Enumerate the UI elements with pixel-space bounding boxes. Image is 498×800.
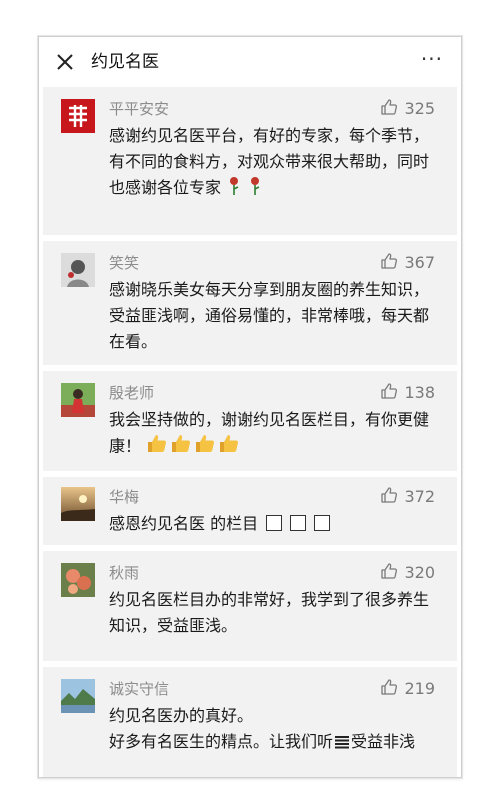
missing-glyph-box-icon xyxy=(290,515,307,531)
thumbs-up-emoji-icon xyxy=(170,433,192,461)
rose-icon xyxy=(247,176,263,204)
comment-card: 殷老师 138 我会坚持做的，谢谢约见名医栏目，有你更健康！ xyxy=(43,371,457,471)
like-count: 372 xyxy=(404,487,435,506)
like-button[interactable]: 367 xyxy=(380,253,435,273)
like-button[interactable]: 325 xyxy=(380,99,435,119)
page-title: 约见名医 xyxy=(91,52,159,72)
like-count: 320 xyxy=(404,563,435,582)
avatar[interactable] xyxy=(61,383,95,417)
missing-glyph-box-icon xyxy=(314,515,331,531)
like-button[interactable]: 372 xyxy=(380,487,435,507)
like-button[interactable]: 138 xyxy=(380,383,435,403)
more-options-button[interactable]: ··· xyxy=(421,49,443,69)
top-bar: 约见名医 ··· xyxy=(39,37,461,87)
like-count: 367 xyxy=(404,253,435,272)
avatar[interactable] xyxy=(61,563,95,597)
avatar[interactable] xyxy=(61,487,95,521)
commenter-name[interactable]: 诚实守信 xyxy=(109,680,169,698)
thumbs-up-icon xyxy=(380,252,398,274)
like-button[interactable]: 320 xyxy=(380,563,435,583)
thumbs-up-emoji-group xyxy=(146,433,242,461)
comment-text: 约见名医办的真好。 好多有名医生的精点。让我们听 受益非浅 xyxy=(109,703,429,758)
thumbs-up-icon xyxy=(380,382,398,404)
comment-text: 感恩约见名医 的栏目 xyxy=(109,511,429,537)
comment-card: 笑笑 367 感谢晓乐美女每天分享到朋友圈的养生知识，受益匪浅啊，通俗易懂的，非… xyxy=(43,241,457,365)
thumbs-up-icon xyxy=(380,98,398,120)
avatar[interactable] xyxy=(61,679,95,713)
like-count: 219 xyxy=(404,679,435,698)
close-icon[interactable] xyxy=(55,52,75,72)
comment-text: 感谢约见名医平台，有好的专家，每个季节，有不同的食料方，对观众带来很大帮助，同时… xyxy=(109,123,429,204)
comment-card: 平平安安 325 感谢约见名医平台，有好的专家，每个季节，有不同的食料方，对观众… xyxy=(43,87,457,235)
like-button[interactable]: 219 xyxy=(380,679,435,699)
commenter-name[interactable]: 秋雨 xyxy=(109,564,139,582)
thumbs-up-icon xyxy=(380,678,398,700)
like-count: 138 xyxy=(404,383,435,402)
bars-glyph-icon xyxy=(334,732,350,758)
missing-glyph-box-icon xyxy=(266,515,283,531)
avatar[interactable] xyxy=(61,99,95,133)
commenter-name[interactable]: 平平安安 xyxy=(109,100,169,118)
comment-text: 我会坚持做的，谢谢约见名医栏目，有你更健康！ xyxy=(109,407,429,461)
thumbs-up-icon xyxy=(380,562,398,584)
avatar[interactable] xyxy=(61,253,95,287)
rose-icon xyxy=(226,176,242,204)
thumbs-up-emoji-icon xyxy=(146,433,168,461)
commenter-name[interactable]: 华梅 xyxy=(109,488,139,506)
commenter-name[interactable]: 笑笑 xyxy=(109,254,139,272)
commenter-name[interactable]: 殷老师 xyxy=(109,384,154,402)
comment-card: 华梅 372 感恩约见名医 的栏目 xyxy=(43,477,457,545)
comment-text: 约见名医栏目办的非常好，我学到了很多养生知识，受益匪浅。 xyxy=(109,590,430,635)
thumbs-up-emoji-icon xyxy=(194,433,216,461)
comment-text: 感谢晓乐美女每天分享到朋友圈的养生知识，受益匪浅啊，通俗易懂的，非常棒哦，每天都… xyxy=(109,280,430,351)
comment-card: 诚实守信 219 约见名医办的真好。 好多有名医生的精点。让我们听 受益非浅 xyxy=(43,667,457,777)
comments-window: 约见名医 ··· 平平安安 325 感谢约见名医平台，有好的专家，每个季节，有不… xyxy=(38,36,462,778)
thumbs-up-icon xyxy=(380,486,398,508)
comment-card: 秋雨 320 约见名医栏目办的非常好，我学到了很多养生知识，受益匪浅。 xyxy=(43,551,457,661)
thumbs-up-emoji-icon xyxy=(218,433,240,461)
like-count: 325 xyxy=(404,99,435,118)
